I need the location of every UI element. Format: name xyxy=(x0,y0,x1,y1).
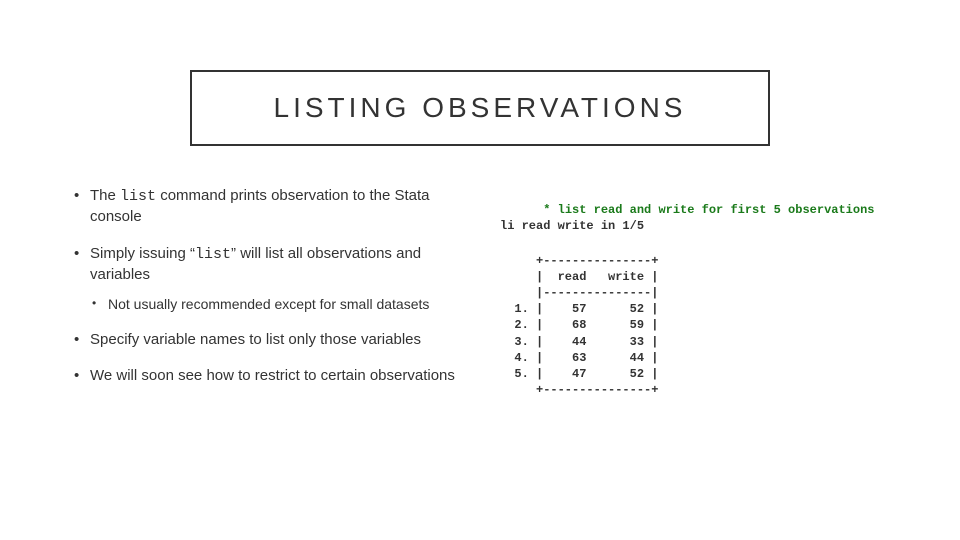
bullet-2-pre: Simply issuing “ xyxy=(90,245,195,262)
bullet-2-code: list xyxy=(195,246,231,263)
slide: LISTING OBSERVATIONS The list command pr… xyxy=(0,0,960,540)
content-row: The list command prints observation to t… xyxy=(60,186,900,431)
bullet-list: The list command prints observation to t… xyxy=(70,186,470,386)
bullet-item-2a: Not usually recommended except for small… xyxy=(90,295,470,314)
bullet-column: The list command prints observation to t… xyxy=(60,186,470,431)
bullet-item-3: Specify variable names to list only thos… xyxy=(70,330,470,350)
code-comment: * list read and write for first 5 observ… xyxy=(543,203,874,217)
bullet-1-code: list xyxy=(120,188,156,205)
title-box: LISTING OBSERVATIONS xyxy=(190,70,770,146)
bullet-2-sublist: Not usually recommended except for small… xyxy=(90,295,470,314)
bullet-item-1: The list command prints observation to t… xyxy=(70,186,470,228)
bullet-item-2: Simply issuing “list” will list all obse… xyxy=(70,244,470,314)
bullet-item-4: We will soon see how to restrict to cert… xyxy=(70,366,470,386)
bullet-1-pre: The xyxy=(90,187,120,204)
code-output: +---------------+ | read write | |------… xyxy=(500,253,900,399)
code-command: li read write in 1/5 xyxy=(500,219,644,233)
code-column: * list read and write for first 5 observ… xyxy=(500,186,900,431)
page-title: LISTING OBSERVATIONS xyxy=(242,92,718,124)
